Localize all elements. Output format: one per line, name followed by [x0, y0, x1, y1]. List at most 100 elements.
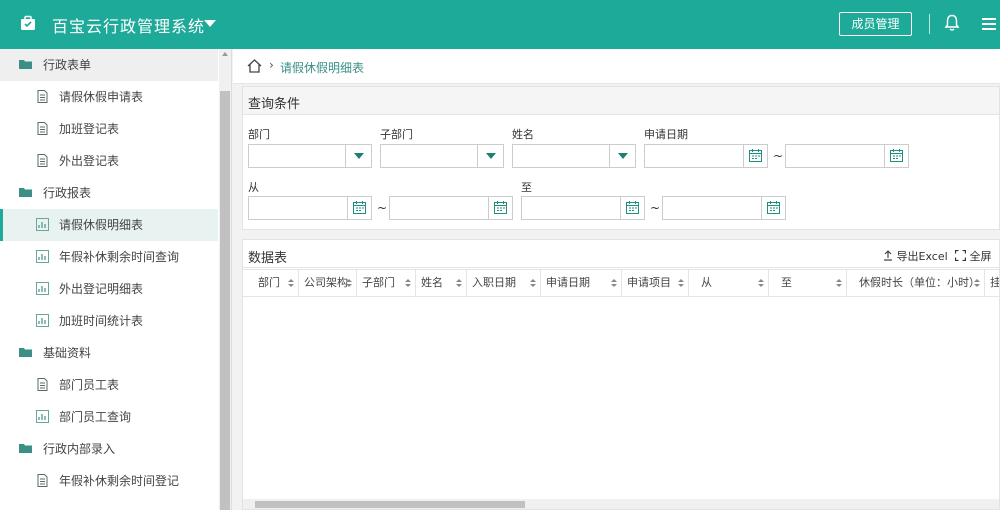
subdept-select[interactable]	[380, 144, 504, 168]
calendar-icon[interactable]	[620, 197, 644, 219]
export-excel-label: 导出Excel	[896, 250, 948, 263]
from-end-input[interactable]	[389, 196, 513, 220]
breadcrumb-current[interactable]: 请假休假明细表	[280, 59, 364, 76]
sidebar-item-overtime-stats[interactable]: 加班时间统计表	[0, 305, 218, 337]
sort-icon[interactable]	[346, 279, 352, 288]
column-header-label: 挂	[990, 276, 999, 289]
sidebar-item-annual-leave-query[interactable]: 年假补休剩余时间查询	[0, 241, 218, 273]
sidebar-group-basic-data[interactable]: 基础资料	[0, 337, 218, 369]
column-header-dept[interactable]: 部门	[253, 270, 299, 296]
query-panel-header: 查询条件	[243, 87, 999, 115]
column-header-hire-date[interactable]: 入职日期	[467, 270, 541, 296]
column-header-label: 部门	[258, 276, 280, 289]
sort-icon[interactable]	[288, 279, 294, 288]
sidebar-group-admin-internal-entry[interactable]: 行政内部录入	[0, 433, 218, 465]
sidebar-item-label: 加班登记表	[59, 122, 120, 136]
sidebar-item-leave-detail[interactable]: 请假休假明细表	[0, 209, 218, 241]
name-select[interactable]	[512, 144, 636, 168]
apply-date-label: 申请日期	[644, 128, 688, 141]
sidebar-item-label: 行政表单	[43, 58, 92, 72]
sidebar-scrollbar[interactable]	[219, 49, 231, 510]
home-icon[interactable]	[247, 59, 262, 73]
sort-icon[interactable]	[611, 279, 617, 288]
column-header-apply-item[interactable]: 申请项目	[622, 270, 689, 296]
from-start-input[interactable]	[248, 196, 372, 220]
sidebar-item-dept-employee-query[interactable]: 部门员工查询	[0, 401, 218, 433]
sort-icon[interactable]	[405, 279, 411, 288]
sidebar-item-outing-detail[interactable]: 外出登记明细表	[0, 273, 218, 305]
folder-icon	[19, 348, 32, 357]
folder-icon	[19, 60, 32, 69]
fullscreen-button[interactable]: 全屏	[954, 248, 992, 264]
column-header-truncated[interactable]: 挂	[985, 270, 999, 296]
sidebar-item-label: 加班时间统计表	[59, 314, 144, 328]
calendar-icon[interactable]	[488, 197, 512, 219]
calendar-icon[interactable]	[884, 145, 908, 167]
sidebar-item-label: 基础资料	[43, 346, 92, 360]
dept-label: 部门	[248, 128, 270, 141]
sort-icon[interactable]	[758, 279, 764, 288]
report-chart-icon	[36, 282, 49, 295]
data-table-title: 数据表	[248, 251, 288, 266]
sort-icon[interactable]	[530, 279, 536, 288]
column-header-name[interactable]: 姓名	[416, 270, 467, 296]
bell-icon[interactable]	[944, 14, 960, 32]
document-icon	[37, 154, 48, 167]
sidebar-group-admin-forms[interactable]: 行政表单	[0, 49, 218, 81]
column-header-company-structure[interactable]: 公司架构	[299, 270, 357, 296]
sidebar-item-label: 部门员工查询	[59, 410, 132, 424]
briefcase-icon	[21, 15, 35, 30]
column-header-label: 休假时长（单位：小时）	[859, 276, 980, 289]
sidebar-item-leave-application[interactable]: 请假休假申请表	[0, 81, 218, 113]
sort-icon[interactable]	[456, 279, 462, 288]
column-header-subdept[interactable]: 子部门	[357, 270, 416, 296]
chevron-down-icon[interactable]	[345, 145, 371, 167]
sidebar-item-annual-leave-registration[interactable]: 年假补休剩余时间登记	[0, 465, 218, 497]
column-header-label: 申请项目	[627, 276, 671, 289]
hamburger-menu-icon[interactable]	[982, 17, 996, 31]
folder-icon	[19, 444, 32, 453]
export-excel-button[interactable]: 导出Excel	[883, 248, 948, 264]
breadcrumb: › 请假休假明细表	[233, 49, 1000, 84]
sidebar-item-label: 行政内部录入	[43, 442, 116, 456]
sort-icon[interactable]	[678, 279, 684, 288]
app-title: 百宝云行政管理系统	[52, 17, 206, 36]
scroll-up-arrow-icon[interactable]	[222, 52, 228, 56]
apply-date-end-input[interactable]	[785, 144, 909, 168]
sidebar-scroll-thumb[interactable]	[220, 91, 230, 510]
sidebar-item-overtime-registration[interactable]: 加班登记表	[0, 113, 218, 145]
table-horizontal-scrollbar[interactable]	[243, 499, 999, 509]
to-start-input[interactable]	[521, 196, 645, 220]
column-header-label: 子部门	[362, 276, 395, 289]
column-header-leave-duration[interactable]: 休假时长（单位：小时）	[847, 270, 985, 296]
sidebar-item-outing-registration[interactable]: 外出登记表	[0, 145, 218, 177]
apply-date-start-input[interactable]	[644, 144, 768, 168]
sidebar-item-dept-employee-table[interactable]: 部门员工表	[0, 369, 218, 401]
sort-icon[interactable]	[974, 279, 980, 288]
column-header-to[interactable]: 至	[769, 270, 847, 296]
sidebar-group-admin-reports[interactable]: 行政报表	[0, 177, 218, 209]
chevron-down-icon[interactable]	[609, 145, 635, 167]
table-scroll-thumb[interactable]	[255, 501, 525, 508]
member-management-button[interactable]: 成员管理	[839, 12, 912, 36]
top-bar: 百宝云行政管理系统 成员管理	[0, 0, 1000, 49]
calendar-icon[interactable]	[761, 197, 785, 219]
dept-select[interactable]	[248, 144, 372, 168]
sidebar-item-label: 年假补休剩余时间查询	[59, 250, 180, 264]
upload-icon	[884, 250, 892, 261]
breadcrumb-chevron-right-icon: ›	[269, 58, 274, 72]
column-header-from[interactable]: 从	[689, 270, 769, 296]
toolbar-divider	[929, 14, 930, 34]
sort-icon[interactable]	[836, 279, 842, 288]
calendar-icon[interactable]	[347, 197, 371, 219]
sidebar-item-label: 外出登记表	[59, 154, 120, 168]
report-chart-icon	[36, 218, 49, 231]
folder-icon	[19, 188, 32, 197]
calendar-icon[interactable]	[743, 145, 767, 167]
name-label: 姓名	[512, 128, 534, 141]
column-header-apply-date[interactable]: 申请日期	[541, 270, 622, 296]
document-icon	[37, 474, 48, 487]
app-switch-chevron-down-icon[interactable]	[204, 20, 216, 27]
to-end-input[interactable]	[662, 196, 786, 220]
chevron-down-icon[interactable]	[477, 145, 503, 167]
